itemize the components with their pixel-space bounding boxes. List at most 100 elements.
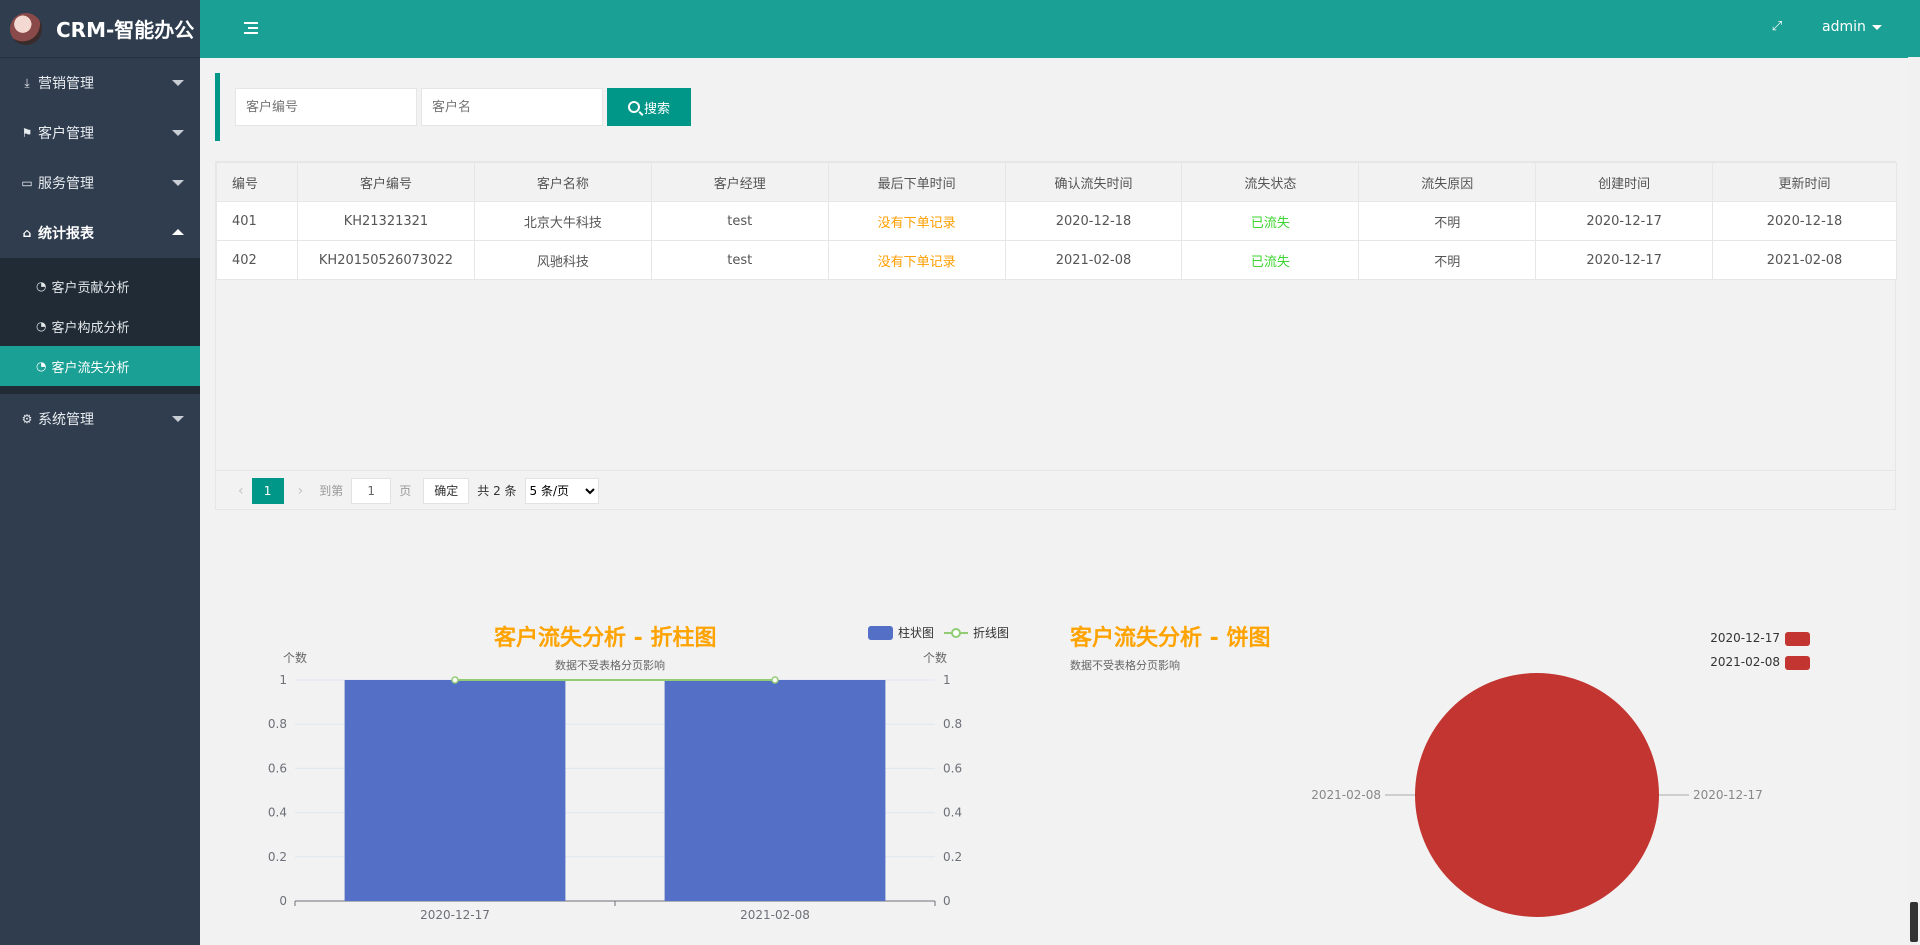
cell-created: 2020-12-17 [1535, 240, 1714, 280]
sidebar-item-marketing[interactable]: ⤓ 营销管理 [0, 58, 200, 108]
sidebar-item-system[interactable]: ⚙ 系统管理 [0, 394, 200, 444]
x-tick-label: 2020-12-17 [420, 908, 490, 922]
column-header: 最后下单时间 [827, 162, 1006, 202]
gears-icon: ⚙ [21, 412, 33, 426]
customer-name-input[interactable] [421, 88, 603, 126]
sidebar-subitem-contribution[interactable]: ◔ 客户贡献分析 [0, 266, 200, 306]
cell-id: 402 [216, 240, 298, 280]
legend-bar-label: 柱状图 [898, 625, 934, 640]
sidebar-item-customers[interactable]: ⚑ 客户管理 [0, 108, 200, 158]
table-header-row: 编号 客户编号 客户名称 客户经理 最后下单时间 确认流失时间 流失状态 流失原… [216, 162, 1897, 202]
menu-toggle-icon[interactable] [244, 22, 258, 34]
column-header: 编号 [216, 162, 298, 202]
legend-label: 2021-02-08 [1710, 655, 1780, 669]
page-input[interactable]: 1 [351, 477, 392, 504]
pie-label: 2020-12-17 [1693, 788, 1763, 802]
cell-customer-name: 北京大牛科技 [473, 201, 652, 241]
logo: CRM-智能办公 [0, 0, 200, 58]
y-tick-label-left: 0 [279, 894, 287, 908]
cell-id: 401 [216, 201, 298, 241]
download-icon: ⤓ [24, 75, 30, 90]
customer-no-input[interactable] [235, 88, 417, 126]
page-unit-label: 页 [399, 484, 412, 498]
sidebar-item-label: 统计报表 [38, 226, 94, 242]
column-header: 更新时间 [1712, 162, 1897, 202]
scrollbar-thumb[interactable] [1910, 902, 1918, 942]
user-name: admin [1822, 19, 1866, 35]
search-icon [627, 101, 640, 113]
chevron-down-icon [172, 180, 184, 186]
legend-label: 2020-12-17 [1710, 631, 1780, 645]
search-button[interactable]: 搜索 [607, 88, 691, 126]
column-header: 确认流失时间 [1004, 162, 1183, 202]
sidebar-item-service[interactable]: ▭ 服务管理 [0, 158, 200, 208]
app-title: CRM-智能办公 [56, 18, 195, 42]
cell-customer-name: 风驰科技 [473, 240, 652, 280]
sidebar: CRM-智能办公 ⤓ 营销管理 ⚑ 客户管理 ▭ 服务管理 ⌂ 统计报表 ◔ 客… [0, 0, 200, 945]
y-tick-label-right: 0 [943, 894, 951, 908]
user-menu[interactable]: admin [1822, 19, 1882, 35]
pie-label: 2021-02-08 [1311, 788, 1381, 802]
y-axis-left-label: 个数 [283, 650, 307, 665]
dashboard-icon: ◔ [36, 359, 47, 373]
cell-reason: 不明 [1358, 201, 1537, 241]
column-header: 客户编号 [296, 162, 475, 202]
chevron-down-icon [172, 130, 184, 136]
sidebar-subitem-label: 客户构成分析 [51, 320, 130, 336]
home-icon: ⌂ [22, 226, 32, 240]
pagination: ‹ 1 › 到第 1 页 确定 共 2 条 5 条/页 10 条/页 20 条/… [216, 470, 1895, 510]
table-row[interactable]: 402 KH20150526073022 风驰科技 test 没有下单记录 20… [216, 240, 1897, 280]
legend-bar-swatch [868, 626, 893, 640]
prev-page-icon[interactable]: ‹ [238, 483, 244, 499]
y-tick-label-left: 0.6 [268, 761, 287, 775]
caret-down-icon [1871, 24, 1882, 30]
top-header: ⤢ admin [200, 0, 1920, 58]
cell-updated: 2020-12-18 [1712, 201, 1897, 241]
sidebar-item-label: 系统管理 [38, 412, 94, 428]
sidebar-subitem-composition[interactable]: ◔ 客户构成分析 [0, 306, 200, 346]
page-size-select[interactable]: 5 条/页 10 条/页 20 条/页 [524, 477, 599, 504]
column-header: 客户名称 [473, 162, 652, 202]
cell-status: 已流失 [1181, 201, 1360, 241]
cell-manager: test [650, 201, 829, 241]
y-tick-label-right: 0.8 [943, 717, 962, 731]
sidebar-subitem-label: 客户贡献分析 [51, 280, 130, 296]
avatar [10, 12, 42, 45]
pie-chart: 2020-12-17 2021-02-08 2020-12-17 2021-02-08 [1311, 631, 1810, 917]
bar-line-chart: 柱状图 折线图个数 个数 0 0 0.2 0.2 0.4 0.4 0.6 0.6 0.8 0.8 1 1 20… [268, 625, 1009, 922]
table-row[interactable]: 401 KH21321321 北京大牛科技 test 没有下单记录 2020-1… [216, 201, 1897, 241]
search-button-label: 搜索 [643, 101, 670, 117]
y-tick-label-right: 0.6 [943, 761, 962, 775]
y-tick-label-right: 0.2 [943, 850, 962, 864]
sidebar-item-label: 营销管理 [38, 76, 94, 92]
y-tick-label-right: 1 [943, 673, 951, 687]
sidebar-subitem-label: 客户流失分析 [51, 360, 130, 376]
confirm-button[interactable]: 确定 [423, 477, 470, 504]
monitor-icon: ▭ [21, 176, 33, 190]
page-current[interactable]: 1 [251, 477, 284, 504]
reports-submenu: ◔ 客户贡献分析 ◔ 客户构成分析 ◔ 客户流失分析 [0, 258, 200, 394]
y-axis-right-label: 个数 [923, 650, 947, 665]
chevron-down-icon [172, 416, 184, 422]
churn-table: 编号 客户编号 客户名称 客户经理 最后下单时间 确认流失时间 流失状态 流失原… [215, 161, 1897, 510]
page-scrollbar[interactable] [1908, 57, 1920, 945]
chevron-down-icon [172, 80, 184, 86]
legend-swatch [1785, 656, 1810, 670]
chevron-up-icon [172, 229, 184, 235]
sidebar-subitem-churn[interactable]: ◔ 客户流失分析 [0, 346, 200, 386]
total-count: 共 2 条 [477, 484, 517, 498]
cell-last-order: 没有下单记录 [827, 201, 1006, 241]
cell-created: 2020-12-17 [1535, 201, 1714, 241]
cell-reason: 不明 [1358, 240, 1537, 280]
fullscreen-icon[interactable]: ⤢ [1770, 20, 1784, 34]
next-page-icon[interactable]: › [298, 483, 304, 499]
cell-last-order: 没有下单记录 [827, 240, 1006, 280]
legend-line-marker [951, 628, 961, 638]
column-header: 创建时间 [1535, 162, 1714, 202]
cell-customer-no: KH20150526073022 [296, 240, 475, 280]
flag-icon: ⚑ [21, 126, 33, 140]
y-tick-label-left: 0.2 [268, 850, 287, 864]
sidebar-item-reports[interactable]: ⌂ 统计报表 [0, 208, 200, 258]
search-bar: 搜索 [215, 73, 1895, 141]
cell-status: 已流失 [1181, 240, 1360, 280]
